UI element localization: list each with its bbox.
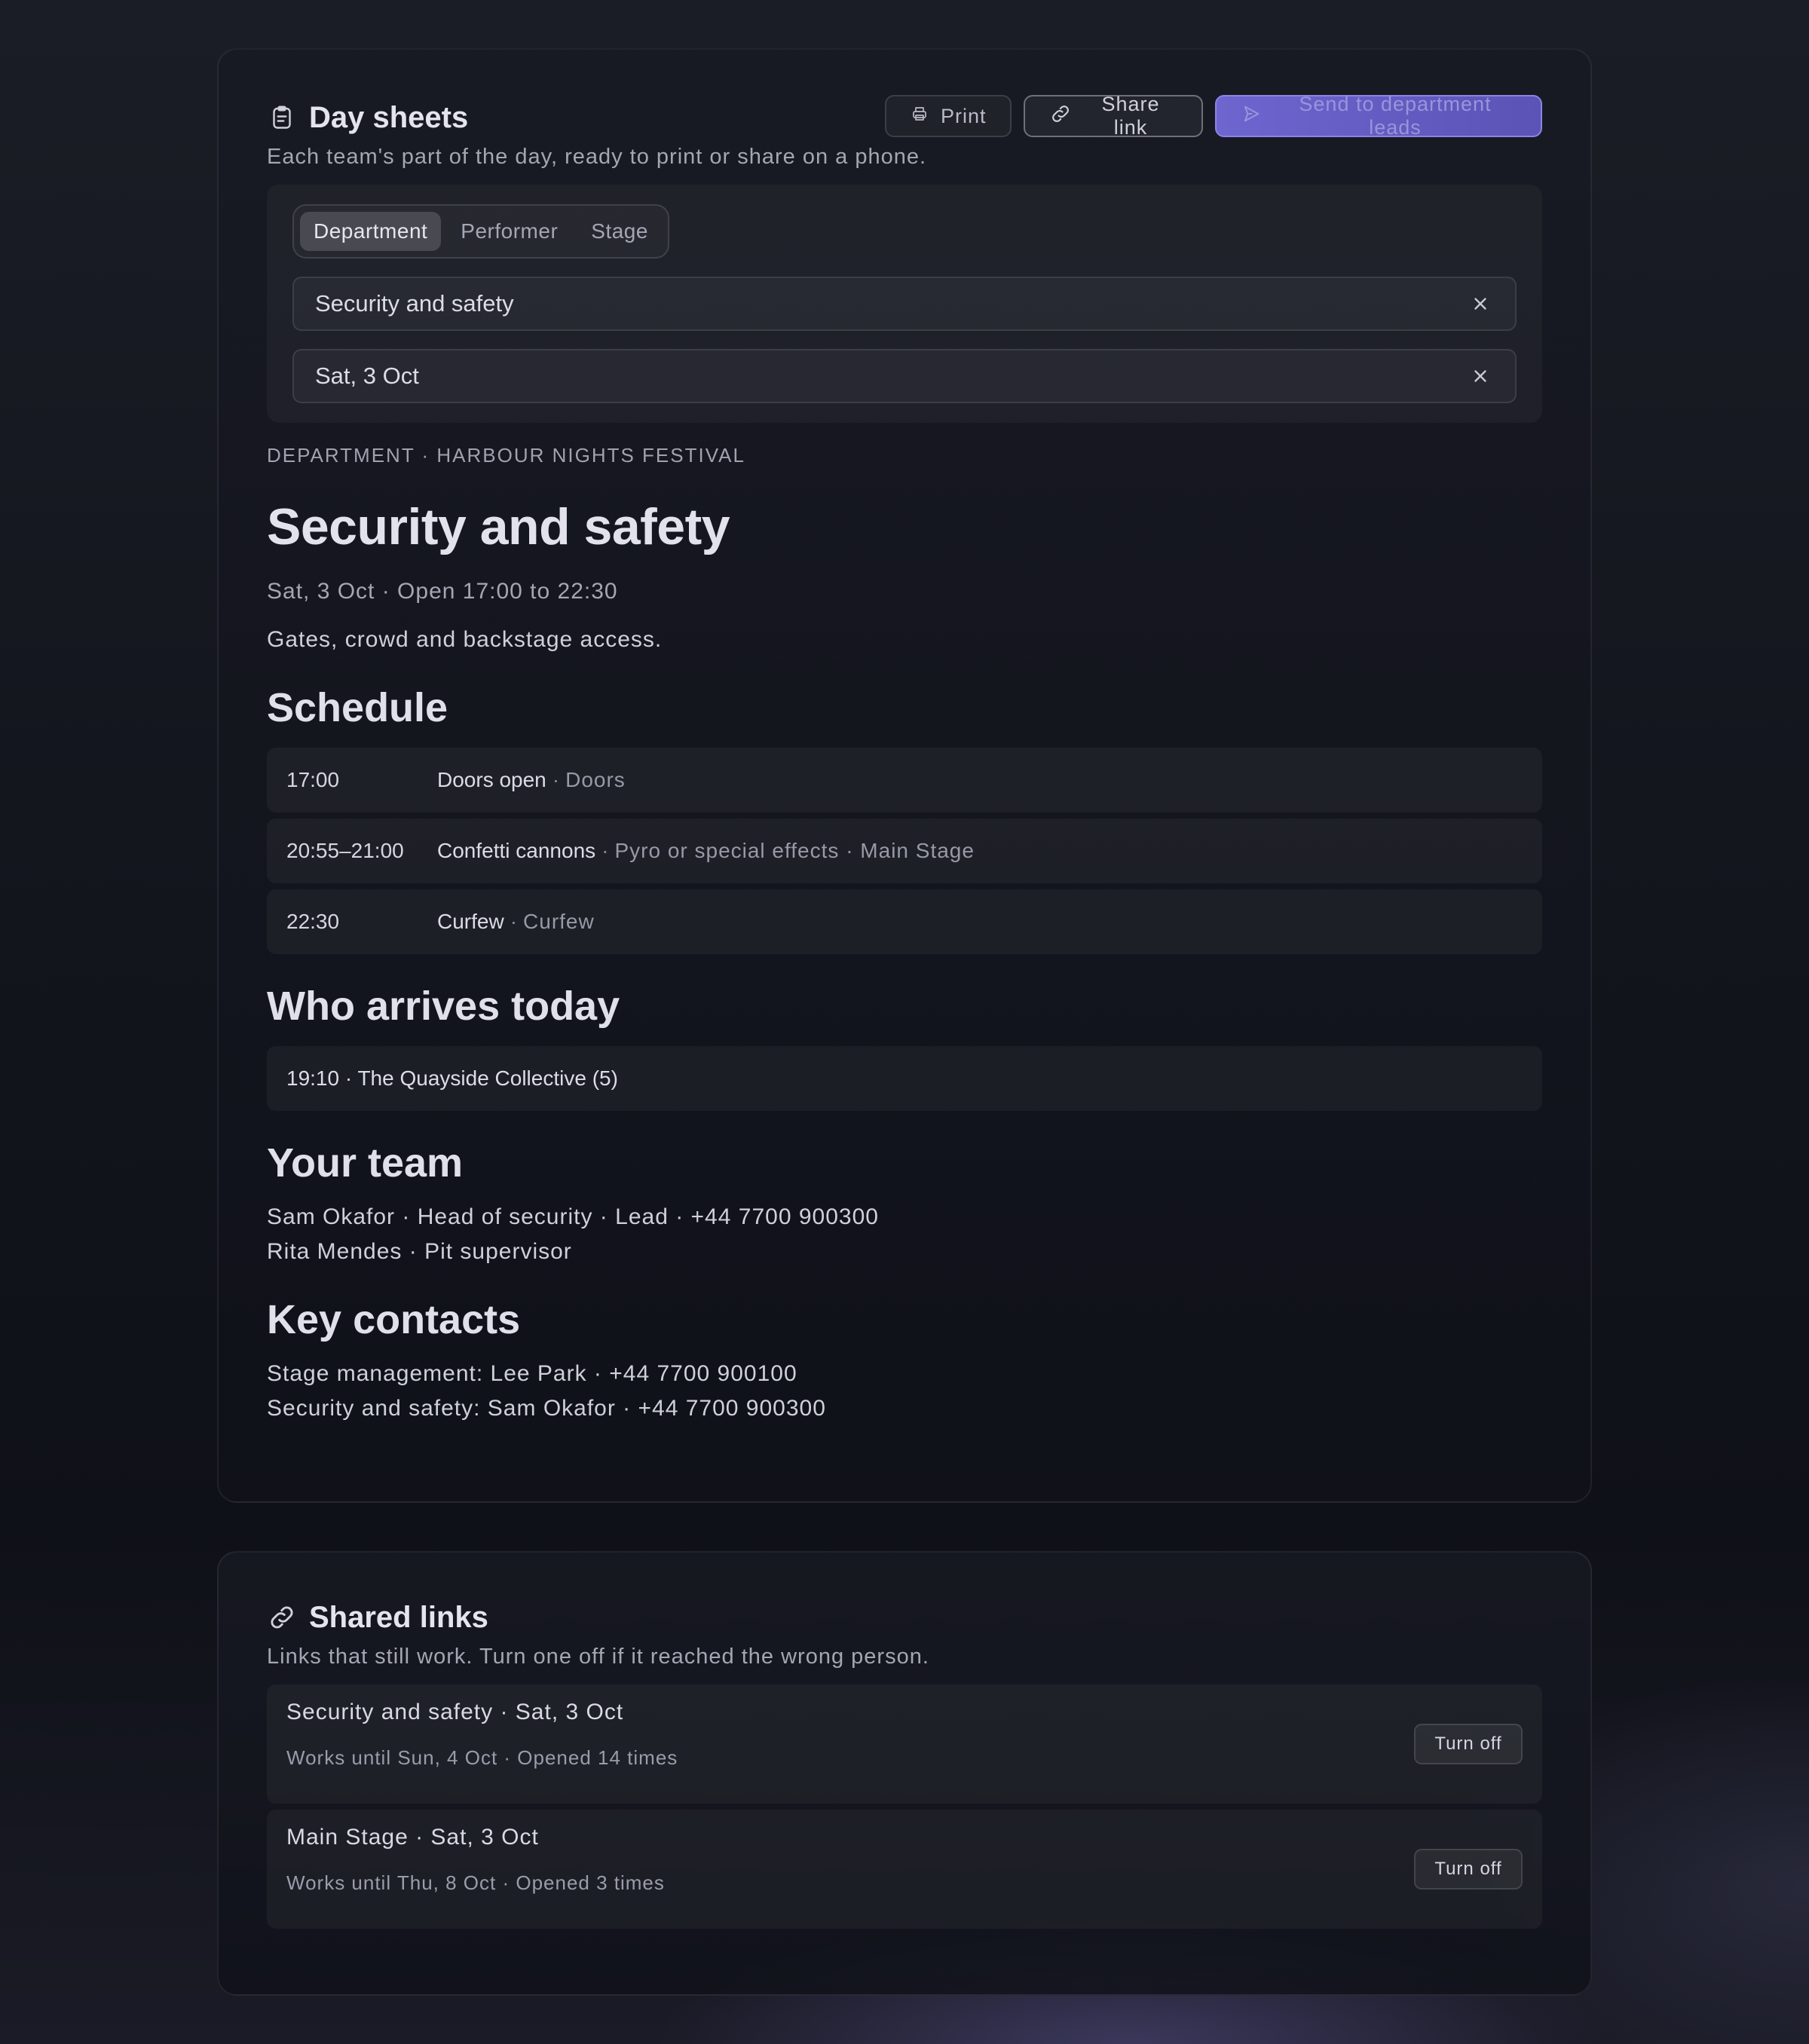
shared-links-title: Shared links	[309, 1600, 488, 1634]
contacts-heading: Key contacts	[267, 1297, 521, 1342]
tab-performer[interactable]: Performer	[447, 212, 571, 251]
schedule-time: 20:55–21:00	[286, 839, 404, 862]
contacts-list: Stage management: Lee Park · +44 7700 90…	[267, 1357, 1542, 1426]
team-heading: Your team	[267, 1140, 464, 1186]
schedule-title: Confetti cannons	[437, 839, 596, 862]
separator: ·	[601, 839, 609, 862]
department-select[interactable]: Security and safety	[292, 277, 1517, 331]
schedule-sub: Doors	[565, 768, 626, 791]
schedule-sub: Curfew	[523, 910, 595, 933]
arrival-row: 19:10 · The Quayside Collective (5)	[267, 1046, 1542, 1111]
team-list: Sam Okafor · Head of security · Lead · +…	[267, 1200, 1542, 1269]
arrivals-heading: Who arrives today	[267, 984, 620, 1029]
schedule-row: 17:00 Doors open · Doors	[267, 748, 1542, 812]
schedule-time: 22:30	[286, 910, 340, 933]
turn-off-button[interactable]: Turn off	[1414, 1849, 1523, 1889]
sheet-title: Security and safety	[267, 498, 730, 555]
separator: ·	[552, 768, 560, 791]
tab-department[interactable]: Department	[300, 212, 442, 251]
date-select[interactable]: Sat, 3 Oct	[292, 349, 1517, 403]
share-link-label: Share link	[1101, 93, 1160, 139]
close-icon[interactable]	[1465, 361, 1495, 391]
day-sheets-subtitle: Each team's part of the day, ready to pr…	[267, 145, 927, 169]
schedule-title: Curfew	[437, 910, 504, 933]
separator: ·	[510, 910, 518, 933]
link-icon	[267, 1602, 297, 1632]
clipboard-icon	[267, 103, 297, 133]
sheet-description: Gates, crowd and backstage access.	[267, 627, 663, 652]
shared-link-title: Security and safety · Sat, 3 Oct	[286, 1700, 624, 1724]
contact-line: Security and safety: Sam Okafor · +44 77…	[267, 1396, 826, 1421]
contact-line: Stage management: Lee Park · +44 7700 90…	[267, 1361, 797, 1386]
schedule-sub: Pyro or special effects · Main Stage	[614, 839, 975, 862]
schedule-heading: Schedule	[267, 685, 448, 730]
schedule-row: 20:55–21:00 Confetti cannons · Pyro or s…	[267, 819, 1542, 883]
share-link-button[interactable]: Share link	[1024, 93, 1203, 139]
send-icon	[1241, 103, 1262, 130]
schedule-list: 17:00 Doors open · Doors 20:55–21:00 Con…	[267, 748, 1542, 954]
send-label: Send to department leads	[1299, 93, 1492, 139]
shared-links-card: Shared links Links that still work. Turn…	[217, 1551, 1592, 1996]
filter-panel: Department Performer Stage Security and …	[267, 185, 1542, 423]
sheet-meta: Sat, 3 Oct · Open 17:00 to 22:30	[267, 579, 618, 604]
shared-link-title: Main Stage · Sat, 3 Oct	[286, 1825, 539, 1850]
shared-link-meta: Works until Thu, 8 Oct · Opened 3 times	[286, 1871, 665, 1894]
day-sheets-title: Day sheets	[309, 100, 469, 134]
date-value: Sat, 3 Oct	[315, 363, 419, 389]
close-icon[interactable]	[1465, 289, 1495, 319]
team-member: Rita Mendes · Pit supervisor	[267, 1239, 572, 1264]
view-segmented-control: Department Performer Stage	[292, 204, 669, 259]
sheet-eyebrow: DEPARTMENT · HARBOUR NIGHTS FESTIVAL	[267, 444, 745, 467]
team-member: Sam Okafor · Head of security · Lead · +…	[267, 1204, 879, 1229]
print-button[interactable]: Print	[885, 95, 1012, 137]
shared-links-list: Security and safety · Sat, 3 Oct Works u…	[267, 1684, 1542, 1929]
day-sheets-card: Day sheets Print Share link Send to depa…	[217, 48, 1592, 1503]
print-label: Print	[941, 104, 987, 127]
turn-off-button[interactable]: Turn off	[1414, 1724, 1523, 1764]
shared-link-item: Main Stage · Sat, 3 Oct Works until Thu,…	[267, 1810, 1542, 1929]
schedule-time: 17:00	[286, 768, 340, 791]
schedule-row: 22:30 Curfew · Curfew	[267, 889, 1542, 954]
toolbar: Print Share link Send to department lead…	[885, 93, 1542, 139]
department-value: Security and safety	[315, 290, 514, 317]
arrival-text: 19:10 · The Quayside Collective (5)	[286, 1066, 618, 1090]
link-icon	[1049, 103, 1072, 130]
printer-icon	[911, 105, 929, 128]
schedule-title: Doors open	[437, 768, 546, 791]
arrivals-list: 19:10 · The Quayside Collective (5)	[267, 1046, 1542, 1111]
shared-link-item: Security and safety · Sat, 3 Oct Works u…	[267, 1684, 1542, 1804]
tab-stage[interactable]: Stage	[577, 212, 662, 251]
shared-links-subtitle: Links that still work. Turn one off if i…	[267, 1645, 929, 1669]
send-to-leads-button[interactable]: Send to department leads	[1215, 93, 1542, 139]
shared-link-meta: Works until Sun, 4 Oct · Opened 14 times	[286, 1746, 678, 1769]
